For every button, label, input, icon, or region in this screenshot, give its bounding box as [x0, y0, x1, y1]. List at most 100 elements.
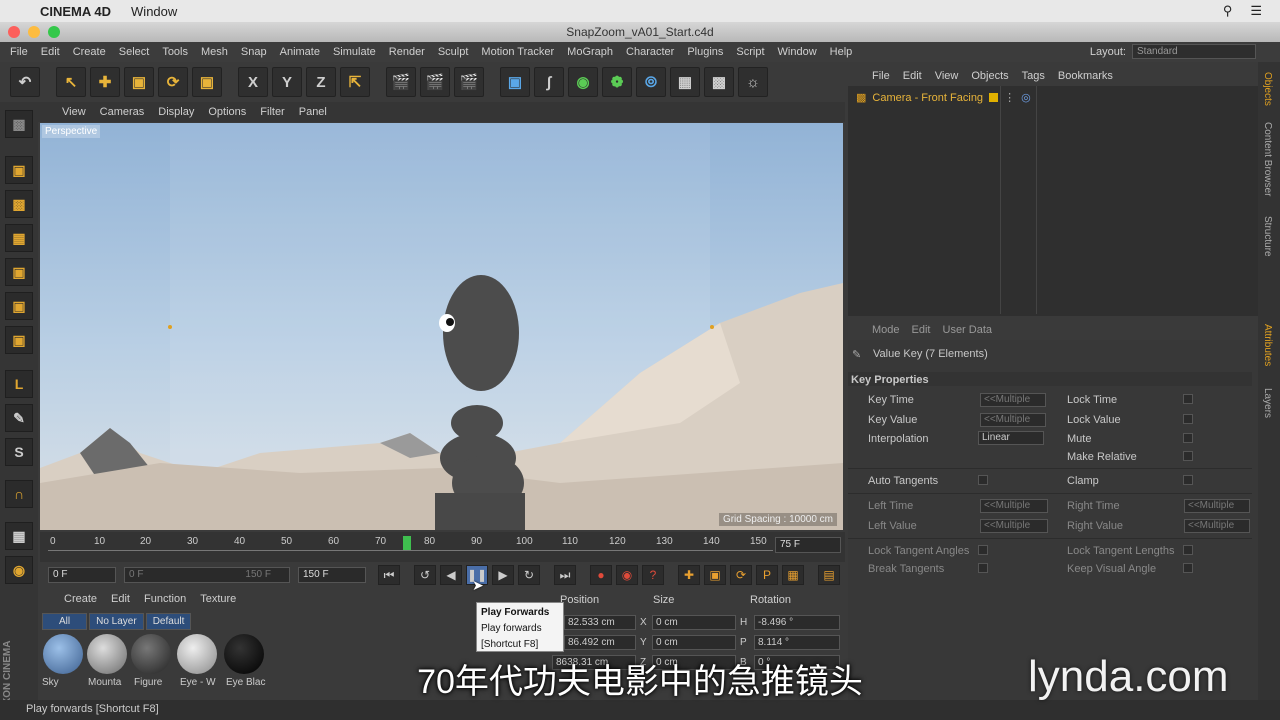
lock-workplane-icon[interactable]: ▦ [5, 522, 33, 550]
viewport-menu-panel[interactable]: Panel [299, 106, 327, 118]
material-menu-create[interactable]: Create [64, 593, 97, 605]
menu-edit[interactable]: Edit [41, 46, 60, 58]
material-menu-texture[interactable]: Texture [200, 593, 236, 605]
objects-menu-tags[interactable]: Tags [1022, 70, 1045, 82]
mute-checkbox[interactable] [1183, 433, 1193, 443]
menu-animate[interactable]: Animate [280, 46, 320, 58]
scheme-icon[interactable]: ▤ [818, 565, 840, 585]
attributes-menu-edit[interactable]: Edit [912, 324, 931, 336]
keep-visual-angle-checkbox[interactable] [1183, 563, 1193, 573]
material-menu-edit[interactable]: Edit [111, 593, 130, 605]
tweak-mode-icon[interactable]: ✎ [5, 404, 33, 432]
start-frame-field[interactable]: 0 F [48, 567, 116, 583]
attributes-menu-user-data[interactable]: User Data [943, 324, 993, 336]
keyframe-selection-icon[interactable]: ? [642, 565, 664, 585]
objects-menu-bookmarks[interactable]: Bookmarks [1058, 70, 1113, 82]
close-icon[interactable] [8, 26, 20, 38]
rotate-icon[interactable]: ⟳ [158, 67, 188, 97]
attributes-menu-mode[interactable]: Mode [872, 324, 900, 336]
tab-structure[interactable]: Structure [1262, 216, 1273, 257]
move-icon[interactable]: ✚ [90, 67, 120, 97]
menu-simulate[interactable]: Simulate [333, 46, 376, 58]
visibility-icon[interactable]: ⋮ [1004, 91, 1015, 104]
key-parameter-icon[interactable]: P [756, 565, 778, 585]
objects-menu-view[interactable]: View [935, 70, 959, 82]
viewport-menu-cameras[interactable]: Cameras [100, 106, 145, 118]
material-tab-no-layer[interactable]: No Layer [89, 613, 144, 630]
interpolation-dropdown[interactable]: Linear [978, 431, 1044, 445]
object-row[interactable]: ▩ Camera - Front Facing ⋮ ◎ [856, 91, 1031, 105]
floor-icon[interactable]: ▦ [670, 67, 700, 97]
object-name[interactable]: Camera - Front Facing [872, 92, 983, 104]
go-to-start-icon[interactable]: ⏮ [378, 565, 400, 585]
timeline-ruler[interactable]: 0 10 20 30 40 50 60 70 80 90 100 110 120… [40, 532, 845, 562]
tab-content-browser[interactable]: Content Browser [1262, 122, 1273, 196]
render-picture-viewer-icon[interactable]: 🎬 [420, 67, 450, 97]
playhead[interactable] [403, 536, 411, 550]
edges-mode-icon[interactable]: ▣ [5, 292, 33, 320]
render-settings-icon[interactable]: 🎬 [454, 67, 484, 97]
texture-mode-icon[interactable]: ▩ [5, 190, 33, 218]
spline-pen-icon[interactable]: ∫ [534, 67, 564, 97]
x-axis-icon[interactable]: X [238, 67, 268, 97]
rotation-p-field[interactable]: 8.114 ° [754, 635, 840, 650]
viewport-menu-options[interactable]: Options [208, 106, 246, 118]
go-to-end-icon[interactable]: ⏭ [554, 565, 576, 585]
minimize-icon[interactable] [28, 26, 40, 38]
next-key-icon[interactable]: ↻ [518, 565, 540, 585]
material-tab-default[interactable]: Default [145, 613, 192, 630]
key-pla-icon[interactable]: ▦ [782, 565, 804, 585]
lock-time-checkbox[interactable] [1183, 394, 1193, 404]
rotation-h-field[interactable]: -8.496 ° [754, 615, 840, 630]
lock-tangent-angles-checkbox[interactable] [978, 545, 988, 555]
menu-sculpt[interactable]: Sculpt [438, 46, 469, 58]
recent-tool-icon[interactable]: ▣ [192, 67, 222, 97]
axis-mode-icon[interactable]: L [5, 370, 33, 398]
viewport-menu-display[interactable]: Display [158, 106, 194, 118]
scale-icon[interactable]: ▣ [124, 67, 154, 97]
material-tab-all[interactable]: All [42, 613, 88, 630]
z-axis-icon[interactable]: Z [306, 67, 336, 97]
zoom-icon[interactable] [48, 26, 60, 38]
y-axis-icon[interactable]: Y [272, 67, 302, 97]
menu-render[interactable]: Render [389, 46, 425, 58]
points-mode-icon[interactable]: ▣ [5, 258, 33, 286]
right-value-field[interactable]: <<Multiple [1184, 519, 1250, 533]
left-time-field[interactable]: <<Multiple [980, 499, 1048, 513]
objects-menu-edit[interactable]: Edit [903, 70, 922, 82]
coordinate-system-icon[interactable]: ⇱ [340, 67, 370, 97]
objects-menu-objects[interactable]: Objects [971, 70, 1008, 82]
objects-menu-file[interactable]: File [872, 70, 890, 82]
end-frame-field[interactable]: 150 F [298, 567, 366, 583]
target-tag-icon[interactable]: ◎ [1021, 91, 1031, 104]
key-time-field[interactable]: <<Multiple [980, 393, 1046, 407]
snap-icon[interactable]: S [5, 438, 33, 466]
menu-snap[interactable]: Snap [241, 46, 267, 58]
menu-plugins[interactable]: Plugins [687, 46, 723, 58]
tab-objects[interactable]: Objects [1262, 72, 1273, 106]
subdivision-icon[interactable]: ◉ [568, 67, 598, 97]
record-active-objects-icon[interactable]: ● [590, 565, 612, 585]
size-y-field[interactable]: 0 cm [652, 635, 736, 650]
key-position-icon[interactable]: ✚ [678, 565, 700, 585]
menu-select[interactable]: Select [119, 46, 150, 58]
key-rotation-icon[interactable]: ⟳ [730, 565, 752, 585]
undo-icon[interactable]: ↶ [10, 67, 40, 97]
cloner-icon[interactable]: ❁ [602, 67, 632, 97]
menu-motion-tracker[interactable]: Motion Tracker [481, 46, 554, 58]
left-value-field[interactable]: <<Multiple [980, 519, 1048, 533]
break-tangents-checkbox[interactable] [978, 563, 988, 573]
model-mode-icon[interactable]: ▣ [5, 156, 33, 184]
position-x-field[interactable]: 82.533 cm [564, 615, 636, 630]
menu-tools[interactable]: Tools [162, 46, 188, 58]
lock-value-checkbox[interactable] [1183, 414, 1193, 424]
select-icon[interactable]: ↖ [56, 67, 86, 97]
menu-mesh[interactable]: Mesh [201, 46, 228, 58]
right-time-field[interactable]: <<Multiple [1184, 499, 1250, 513]
make-editable-icon[interactable]: ▩ [5, 110, 33, 138]
layout-dropdown[interactable]: Standard [1132, 44, 1256, 59]
key-value-field[interactable]: <<Multiple [980, 413, 1046, 427]
size-x-field[interactable]: 0 cm [652, 615, 736, 630]
menu-character[interactable]: Character [626, 46, 674, 58]
deformer-icon[interactable]: ⦾ [636, 67, 666, 97]
